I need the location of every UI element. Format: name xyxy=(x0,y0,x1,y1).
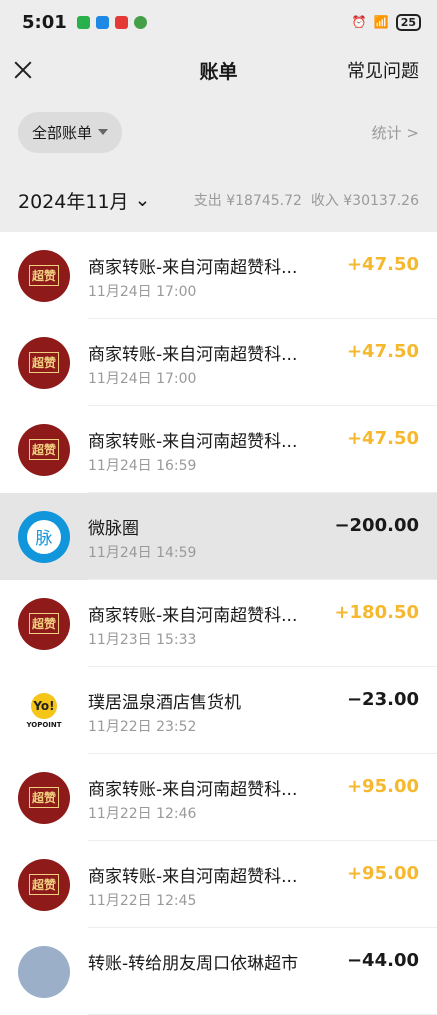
app-icon xyxy=(133,15,147,29)
merchant-avatar: Yo! YOPOINT xyxy=(18,684,70,737)
transaction-body: 微脉圈 11月24日 14:59 xyxy=(88,493,437,580)
transaction-date: 11月24日 17:00 xyxy=(88,371,197,387)
avatar-logo-text: Yo! xyxy=(31,692,57,719)
merchant-avatar: 脉 xyxy=(18,510,70,563)
transaction-row[interactable]: 超赞 商家转账-来自河南超赞科... 11月22日 12:45 +95.00 xyxy=(0,841,437,928)
caret-down-icon xyxy=(98,129,109,135)
avatar-logo-text: 超赞 xyxy=(28,352,59,373)
avatar-logo-text: 超赞 xyxy=(28,613,59,634)
transaction-name: 商家转账-来自河南超赞科... xyxy=(88,345,298,365)
month-summary: 2024年11月 ⌄ 支出 ¥18745.72 收入 ¥30137.26 xyxy=(0,168,437,232)
transaction-body: 璞居温泉酒店售货机 11月22日 23:52 xyxy=(88,667,437,754)
transaction-name: 商家转账-来自河南超赞科... xyxy=(88,780,298,800)
transaction-row[interactable]: 超赞 商家转账-来自河南超赞科... 11月24日 17:00 +47.50 xyxy=(0,319,437,406)
app-icon xyxy=(114,15,128,29)
transaction-amount: −44.00 xyxy=(346,950,419,971)
close-icon[interactable] xyxy=(12,59,34,81)
transaction-amount: +180.50 xyxy=(334,602,419,623)
transaction-date: 11月22日 23:52 xyxy=(88,719,197,735)
transaction-row[interactable]: 超赞 商家转账-来自河南超赞科... 11月22日 12:46 +95.00 xyxy=(0,754,437,841)
status-time: 5:01 xyxy=(22,11,67,33)
transaction-name: 商家转账-来自河南超赞科... xyxy=(88,606,298,626)
transaction-date: 11月24日 16:59 xyxy=(88,458,197,474)
wifi-icon: 📶 xyxy=(373,15,389,29)
transaction-amount: −23.00 xyxy=(346,689,419,710)
merchant-avatar: 超赞 xyxy=(18,249,70,302)
transaction-amount: +95.00 xyxy=(346,863,419,884)
transaction-name: 商家转账-来自河南超赞科... xyxy=(88,432,298,452)
transaction-row[interactable]: 脉 微脉圈 11月24日 14:59 −200.00 xyxy=(0,493,437,580)
transaction-amount: +47.50 xyxy=(346,341,419,362)
month-label: 2024年11月 xyxy=(18,190,129,213)
transaction-name: 转账-转给朋友周口依琳超市 xyxy=(88,954,299,974)
transaction-name: 璞居温泉酒店售货机 xyxy=(88,693,241,713)
transaction-date: 11月23日 15:33 xyxy=(88,632,197,648)
transaction-name: 商家转账-来自河南超赞科... xyxy=(88,258,298,278)
nav-bar: 账单 常见问题 xyxy=(0,44,437,96)
avatar-logo-text: 脉 xyxy=(27,519,61,554)
transaction-body: 商家转账-来自河南超赞科... 11月24日 17:00 xyxy=(88,319,437,406)
transaction-row[interactable]: 转账-转给朋友周口依琳超市 −44.00 xyxy=(0,928,437,1015)
transaction-body: 商家转账-来自河南超赞科... 11月22日 12:45 xyxy=(88,841,437,928)
alarm-icon: ⏰ xyxy=(351,15,367,29)
transaction-body: 转账-转给朋友周口依琳超市 xyxy=(88,928,437,1015)
all-bills-label: 全部账单 xyxy=(32,123,93,142)
avatar-logo-text: 超赞 xyxy=(28,439,59,460)
transaction-amount: +47.50 xyxy=(346,254,419,275)
merchant-avatar: 超赞 xyxy=(18,336,70,389)
transaction-name: 微脉圈 xyxy=(88,519,139,539)
transaction-date: 11月24日 14:59 xyxy=(88,545,197,561)
transaction-row[interactable]: Yo! YOPOINT 璞居温泉酒店售货机 11月22日 23:52 −23.00 xyxy=(0,667,437,754)
merchant-avatar: 超赞 xyxy=(18,597,70,650)
transaction-body: 商家转账-来自河南超赞科... 11月22日 12:46 xyxy=(88,754,437,841)
all-bills-filter[interactable]: 全部账单 xyxy=(18,111,123,153)
transaction-name: 商家转账-来自河南超赞科... xyxy=(88,867,298,887)
transaction-amount: +95.00 xyxy=(346,776,419,797)
transaction-row[interactable]: 超赞 商家转账-来自河南超赞科... 11月24日 16:59 +47.50 xyxy=(0,406,437,493)
merchant-avatar: 超赞 xyxy=(18,858,70,911)
avatar-logo-text: 超赞 xyxy=(28,265,59,286)
expense-total: 支出 ¥18745.72 xyxy=(193,193,302,209)
income-total: 收入 ¥30137.26 xyxy=(310,193,419,209)
battery-icon: 25 xyxy=(395,13,421,31)
month-totals: 支出 ¥18745.72 收入 ¥30137.26 xyxy=(194,190,419,210)
transaction-date: 11月24日 17:00 xyxy=(88,284,197,300)
transaction-row[interactable]: 超赞 商家转账-来自河南超赞科... 11月23日 15:33 +180.50 xyxy=(0,580,437,667)
transaction-list: 超赞 商家转账-来自河南超赞科... 11月24日 17:00 +47.50 超赞 商家转… xyxy=(0,232,437,1015)
transaction-body: 商家转账-来自河南超赞科... 11月24日 17:00 xyxy=(88,232,437,319)
transaction-amount: −200.00 xyxy=(334,515,419,536)
stats-link[interactable]: 统计 > xyxy=(372,122,419,143)
transaction-date: 11月22日 12:46 xyxy=(88,806,197,822)
transaction-body: 商家转账-来自河南超赞科... 11月23日 15:33 xyxy=(88,580,437,667)
merchant-avatar xyxy=(18,945,70,998)
filter-bar: 全部账单 统计 > xyxy=(0,96,437,168)
merchant-avatar: 超赞 xyxy=(18,423,70,476)
merchant-avatar: 超赞 xyxy=(18,771,70,824)
transaction-amount: +47.50 xyxy=(346,428,419,449)
transaction-date: 11月22日 12:45 xyxy=(88,893,197,909)
avatar-logo-text: 超赞 xyxy=(28,874,59,895)
avatar-logo-subtext: YOPOINT xyxy=(26,720,62,729)
month-selector[interactable]: 2024年11月 ⌄ xyxy=(18,187,150,214)
transaction-row[interactable]: 超赞 商家转账-来自河南超赞科... 11月24日 17:00 +47.50 xyxy=(0,232,437,319)
app-icon xyxy=(95,15,109,29)
avatar-logo-text: 超赞 xyxy=(28,787,59,808)
chevron-down-icon: ⌄ xyxy=(134,189,151,211)
status-bar: 5:01 ⏰ 📶 25 xyxy=(0,0,437,44)
wechat-icon xyxy=(76,15,90,29)
transaction-body: 商家转账-来自河南超赞科... 11月24日 16:59 xyxy=(88,406,437,493)
faq-link[interactable]: 常见问题 xyxy=(347,57,419,83)
